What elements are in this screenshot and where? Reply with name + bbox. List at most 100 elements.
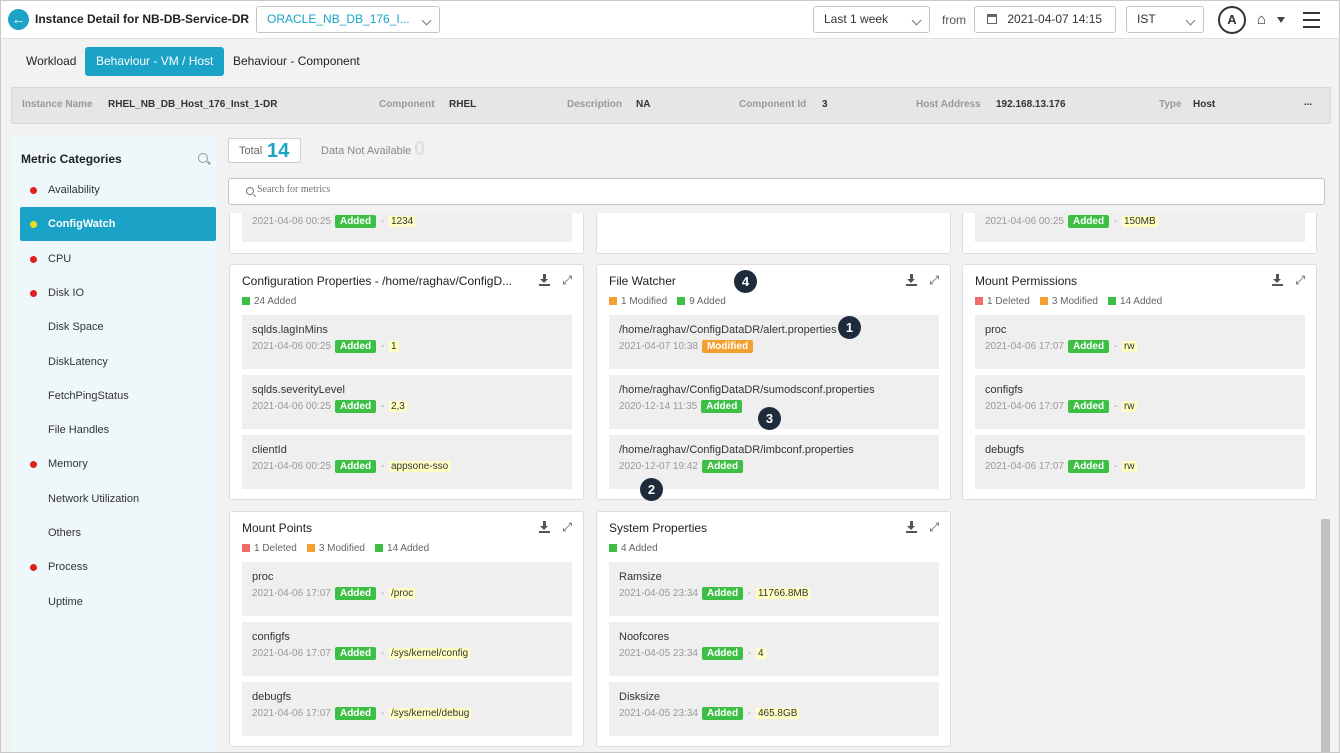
row-name: /home/raghav/ConfigDataDR/sumodsconf.pro… bbox=[619, 384, 875, 396]
download-icon[interactable] bbox=[906, 521, 917, 533]
page-title: Instance Detail for NB-DB-Service-DR bbox=[35, 12, 250, 26]
sidebar-item-disklatency[interactable]: DiskLatency bbox=[20, 345, 216, 379]
scrollbar-thumb[interactable] bbox=[1321, 519, 1330, 752]
download-icon[interactable] bbox=[906, 274, 917, 286]
status-badge: Added bbox=[334, 215, 377, 228]
legend-square-icon bbox=[609, 297, 617, 305]
expand-icon[interactable]: ⤢ bbox=[929, 274, 939, 286]
timezone-select[interactable]: IST bbox=[1126, 6, 1204, 33]
legend-square-icon bbox=[1039, 297, 1048, 305]
row-date: 2021-04-06 17:07 bbox=[985, 461, 1064, 472]
list-item[interactable]: debugfs 2021-04-06 17:07 Added - rw bbox=[975, 435, 1305, 489]
download-icon[interactable] bbox=[539, 521, 550, 533]
caret-down-icon[interactable] bbox=[1277, 17, 1285, 23]
back-arrow-icon[interactable]: ← bbox=[8, 9, 29, 30]
download-icon[interactable] bbox=[539, 274, 550, 286]
list-item[interactable]: /home/raghav/ConfigDataDR/alert.properti… bbox=[609, 315, 939, 369]
row-date: 2021-04-06 17:07 bbox=[985, 401, 1064, 412]
expand-icon[interactable]: ⤢ bbox=[929, 521, 939, 533]
row-meta: 2021-04-06 17:07 Added - /sys/kernel/debu… bbox=[252, 707, 472, 720]
sidebar-item-memory[interactable]: Memory bbox=[20, 447, 216, 481]
sidebar-item-availability[interactable]: Availability bbox=[20, 173, 216, 207]
row-date: 2021-04-06 00:25 bbox=[252, 461, 331, 472]
row-date: 2021-04-06 17:07 bbox=[985, 341, 1064, 352]
sidebar-item-configwatch[interactable]: ConfigWatch bbox=[20, 207, 216, 242]
list-item[interactable]: configfs 2021-04-06 17:07 Added - /sys/ker… bbox=[242, 622, 572, 676]
metric-search-box[interactable] bbox=[228, 178, 1325, 205]
list-item[interactable]: proc 2021-04-06 17:07 Added - rw bbox=[975, 315, 1305, 369]
home-icon[interactable]: ⌂ bbox=[1257, 11, 1266, 28]
row-value: 2,3 bbox=[388, 401, 407, 412]
row-date: 2021-04-06 17:07 bbox=[252, 708, 331, 719]
from-label: from bbox=[942, 13, 966, 27]
more-options[interactable]: ... bbox=[1304, 97, 1312, 108]
sidebar-item-label: FetchPingStatus bbox=[48, 389, 129, 402]
stat-item: 14 Added bbox=[1107, 296, 1162, 307]
time-range-select[interactable]: Last 1 week bbox=[813, 6, 930, 33]
sidebar-item-uptime[interactable]: Uptime bbox=[20, 585, 216, 619]
cards-scroll-area[interactable]: 2021-04-06 00:25 Added - 1234 2021-04-06 … bbox=[226, 213, 1331, 752]
status-badge: Added bbox=[701, 587, 744, 600]
callout-badge: 2 bbox=[640, 478, 663, 501]
expand-icon[interactable]: ⤢ bbox=[562, 274, 572, 286]
search-input[interactable] bbox=[257, 184, 757, 195]
search-icon[interactable] bbox=[198, 153, 208, 163]
list-item[interactable]: debugfs 2021-04-06 17:07 Added - /sys/kern… bbox=[242, 682, 572, 736]
tab-workload[interactable]: Workload bbox=[15, 47, 87, 76]
sidebar-item-others[interactable]: Others bbox=[20, 516, 216, 550]
component-label: Component bbox=[379, 99, 435, 110]
row-meta: 2021-04-06 00:25 Added - appsone-sso bbox=[252, 460, 451, 473]
sidebar-item-cpu[interactable]: CPU bbox=[20, 242, 216, 276]
row-meta: 2021-04-05 23:34 Added - 465.8GB bbox=[619, 707, 800, 720]
row-name: sqlds.severityLevel bbox=[252, 384, 345, 396]
expand-icon[interactable]: ⤢ bbox=[562, 521, 572, 533]
list-item[interactable]: clientId 2021-04-06 00:25 Added - appsone-… bbox=[242, 435, 572, 489]
status-badge: Added bbox=[334, 460, 377, 473]
tab-behaviour-vm-host[interactable]: Behaviour - VM / Host bbox=[85, 47, 225, 76]
sidebar-item-label: Others bbox=[48, 527, 82, 539]
card-stats: 1 Deleted 3 Modified 14 Added bbox=[242, 543, 439, 554]
row-value: 1234 bbox=[388, 216, 416, 227]
row-value: /proc bbox=[388, 588, 416, 599]
list-item[interactable]: Disksize 2021-04-05 23:34 Added - 465.8GB bbox=[609, 682, 939, 736]
status-badge: Added bbox=[1067, 215, 1110, 228]
sidebar-item-disk-io[interactable]: Disk IO bbox=[20, 276, 216, 310]
status-badge: Added bbox=[701, 400, 743, 413]
card-stats: 4 Added bbox=[609, 543, 668, 554]
row-meta: 2021-04-06 17:07 Added - /sys/kernel/conf… bbox=[252, 647, 471, 660]
type-label: Type bbox=[1159, 99, 1182, 110]
stat-text: 1 Modified bbox=[621, 296, 668, 307]
sidebar-item-process[interactable]: Process bbox=[20, 550, 216, 584]
callout-badge: 4 bbox=[734, 270, 757, 293]
expand-icon[interactable]: ⤢ bbox=[1295, 274, 1305, 286]
row-name: Ramsize bbox=[619, 571, 662, 583]
list-item[interactable]: Ramsize 2021-04-05 23:34 Added - 11766.8MB bbox=[609, 562, 939, 616]
row-date: 2021-04-05 23:34 bbox=[619, 588, 698, 599]
sidebar-item-disk-space[interactable]: Disk Space bbox=[20, 310, 216, 344]
row-name: Disksize bbox=[619, 691, 660, 703]
list-item[interactable]: sqlds.lagInMins 2021-04-06 00:25 Added - 1 bbox=[242, 315, 572, 369]
top-bar: ← Instance Detail for NB-DB-Service-DR O… bbox=[1, 1, 1339, 39]
download-icon[interactable] bbox=[1272, 274, 1283, 286]
list-item[interactable]: Noofcores 2021-04-05 23:34 Added - 4 bbox=[609, 622, 939, 676]
sidebar-item-network-utilization[interactable]: Network Utilization bbox=[20, 482, 216, 516]
row-name: /home/raghav/ConfigDataDR/alert.properti… bbox=[619, 324, 837, 336]
card-title: Mount Points bbox=[242, 521, 313, 535]
component-id-value: 3 bbox=[822, 99, 828, 110]
row-value: 4 bbox=[755, 648, 766, 659]
status-badge: Added bbox=[1067, 340, 1110, 353]
stat-text: 9 Added bbox=[689, 296, 726, 307]
list-item[interactable]: configfs 2021-04-06 17:07 Added - rw bbox=[975, 375, 1305, 429]
list-item[interactable]: sqlds.severityLevel 2021-04-06 00:25 Added… bbox=[242, 375, 572, 429]
sidebar-item-file-handles[interactable]: File Handles bbox=[20, 413, 216, 447]
avatar[interactable]: A bbox=[1218, 6, 1246, 34]
tab-behaviour-component[interactable]: Behaviour - Component bbox=[222, 47, 371, 76]
instance-select[interactable]: ORACLE_NB_DB_176_I... bbox=[256, 6, 440, 33]
row-meta: 2021-04-06 00:25 Added - 1 bbox=[252, 340, 399, 353]
list-item[interactable]: proc 2021-04-06 17:07 Added - /proc bbox=[242, 562, 572, 616]
row-date: 2021-04-06 00:25 bbox=[252, 216, 331, 227]
hamburger-menu-icon[interactable] bbox=[1303, 12, 1320, 33]
from-date-picker[interactable]: 2021-04-07 14:15 bbox=[974, 6, 1116, 33]
legend-square-icon bbox=[677, 297, 686, 305]
sidebar-item-fetchpingstatus[interactable]: FetchPingStatus bbox=[20, 379, 216, 413]
